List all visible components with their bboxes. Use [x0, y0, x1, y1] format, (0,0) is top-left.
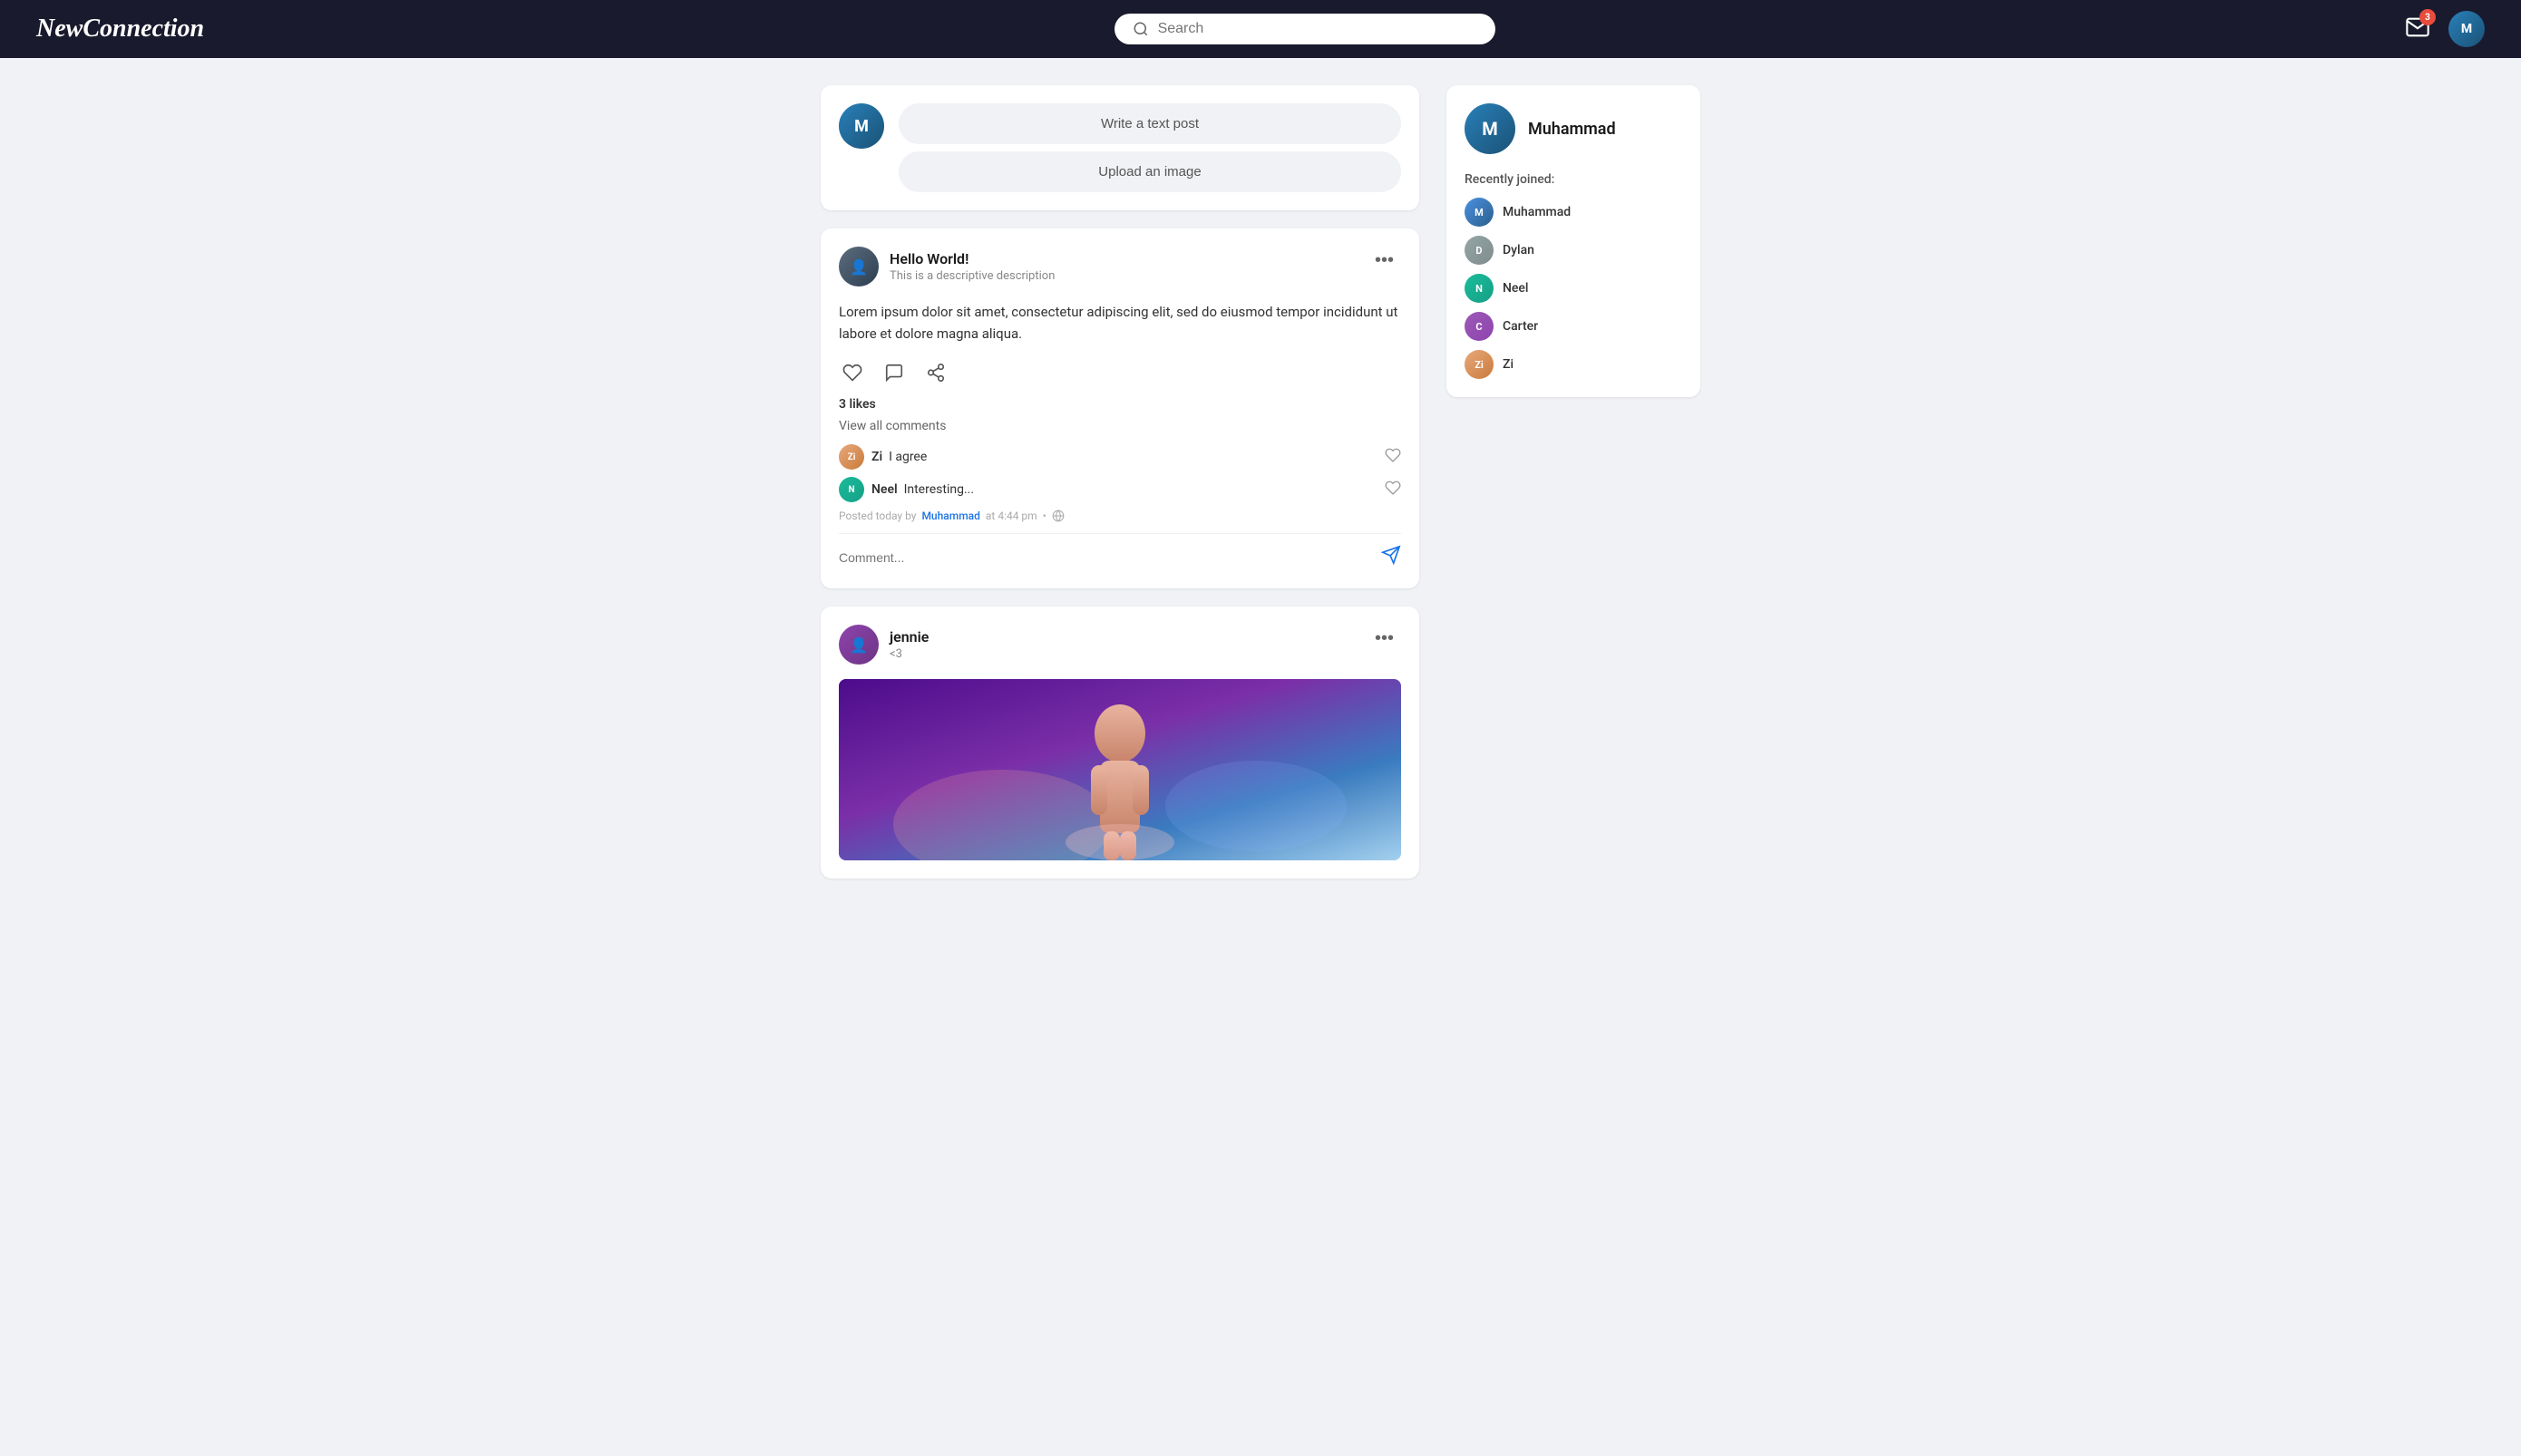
sidebar-member-dylan[interactable]: D Dylan: [1465, 236, 1682, 265]
comment-like-zi[interactable]: [1385, 447, 1401, 468]
upload-image-button[interactable]: Upload an image: [899, 151, 1401, 192]
comment-left-neel: N Neel Interesting...: [839, 477, 974, 502]
sidebar-member-neel[interactable]: N Neel: [1465, 274, 1682, 303]
sidebar-member-name-zi: Zi: [1503, 357, 1514, 372]
write-text-post-button[interactable]: Write a text post: [899, 103, 1401, 144]
create-post-buttons: Write a text post Upload an image: [899, 103, 1401, 192]
recently-joined-list: M Muhammad D Dylan N Neel C Carter Zi: [1465, 198, 1682, 379]
create-post-card: M Write a text post Upload an image: [821, 85, 1419, 210]
sidebar-user-avatar: M: [1465, 103, 1515, 154]
post-header-2: 👤 jennie <3 •••: [839, 625, 1401, 665]
comment-text-neel: Neel Interesting...: [871, 482, 974, 497]
view-comments-link-1[interactable]: View all comments: [839, 419, 1401, 433]
navbar: NewConnection 3 M: [0, 0, 2521, 58]
comment-avatar-zi: Zi: [839, 444, 864, 470]
comment-item-zi: Zi Zi I agree: [839, 444, 1401, 470]
share-button-1[interactable]: [922, 359, 949, 386]
post-meta-1: Posted today by Muhammad at 4:44 pm •: [839, 510, 1401, 522]
feed-column: M Write a text post Upload an image 👤 He…: [821, 85, 1419, 878]
post-image-svg-2: [839, 679, 1401, 860]
sidebar-username: Muhammad: [1528, 120, 1616, 139]
globe-icon: [1052, 510, 1065, 522]
post-image-2: [839, 679, 1401, 860]
comment-button-1[interactable]: [881, 359, 908, 386]
sidebar-member-zi[interactable]: Zi Zi: [1465, 350, 1682, 379]
sidebar-user-row: M Muhammad: [1465, 103, 1682, 154]
sidebar-member-muhammad[interactable]: M Muhammad: [1465, 198, 1682, 227]
comment-item-neel: N Neel Interesting...: [839, 477, 1401, 502]
post-author-subtitle-2: <3: [890, 647, 929, 661]
comment-author-neel: Neel: [871, 482, 898, 497]
post-menu-button-1[interactable]: •••: [1368, 247, 1401, 275]
post-meta-time: at 4:44 pm: [986, 510, 1037, 522]
sidebar-column: M Muhammad Recently joined: M Muhammad D…: [1446, 85, 1700, 878]
post-author-name-2: jennie: [890, 628, 929, 645]
post-image-figure-2: [839, 679, 1401, 860]
post-author-details-1: Hello World! This is a descriptive descr…: [890, 250, 1055, 283]
post-likes-count-1: 3 likes: [839, 397, 1401, 412]
comment-body-zi: I agree: [889, 450, 927, 464]
app-logo: NewConnection: [36, 15, 204, 44]
sidebar-profile-card: M Muhammad Recently joined: M Muhammad D…: [1446, 85, 1700, 397]
post-content-1: Lorem ipsum dolor sit amet, consectetur …: [839, 301, 1401, 345]
send-icon-1: [1381, 545, 1401, 565]
post-author-name-1: Hello World!: [890, 250, 1055, 267]
sidebar-member-avatar-carter: C: [1465, 312, 1494, 341]
post-author-avatar-1: 👤: [839, 247, 879, 286]
sidebar-member-name-carter: Carter: [1503, 319, 1538, 334]
post-actions-1: [839, 359, 1401, 386]
post-author-subtitle-1: This is a descriptive description: [890, 269, 1055, 283]
like-button-1[interactable]: [839, 359, 866, 386]
comment-avatar-neel: N: [839, 477, 864, 502]
notification-count: 3: [2419, 9, 2436, 25]
sidebar-member-avatar-muhammad: M: [1465, 198, 1494, 227]
sidebar-member-name-neel: Neel: [1503, 281, 1529, 296]
post-card-1: 👤 Hello World! This is a descriptive des…: [821, 228, 1419, 588]
recently-joined-label: Recently joined:: [1465, 172, 1682, 187]
create-post-avatar-img: M: [839, 103, 884, 149]
comment-text-zi: Zi I agree: [871, 450, 927, 464]
sidebar-member-carter[interactable]: C Carter: [1465, 312, 1682, 341]
post-meta-dot: •: [1043, 510, 1046, 522]
sidebar-member-name-muhammad: Muhammad: [1503, 205, 1571, 219]
comment-input-field-1[interactable]: [839, 550, 1374, 565]
search-input[interactable]: [1158, 21, 1477, 37]
post-author-info-1: 👤 Hello World! This is a descriptive des…: [839, 247, 1055, 286]
comment-author-zi: Zi: [871, 450, 882, 464]
comment-submit-button-1[interactable]: [1381, 545, 1401, 570]
heart-icon-1: [842, 363, 862, 383]
post-author-details-2: jennie <3: [890, 628, 929, 661]
user-avatar-nav[interactable]: M: [2448, 11, 2485, 47]
navbar-right: 3 M: [2405, 11, 2485, 47]
search-bar[interactable]: [1114, 14, 1495, 44]
comment-heart-icon-zi: [1385, 447, 1401, 463]
comment-input-row-1: [839, 533, 1401, 570]
main-layout: M Write a text post Upload an image 👤 He…: [626, 58, 1895, 906]
search-icon: [1133, 21, 1149, 37]
post-meta-author-link[interactable]: Muhammad: [921, 510, 979, 522]
comment-icon-1: [884, 363, 904, 383]
comment-left-zi: Zi Zi I agree: [839, 444, 927, 470]
notification-bell[interactable]: 3: [2405, 15, 2430, 44]
post-card-2: 👤 jennie <3 •••: [821, 607, 1419, 878]
create-post-user-avatar: M: [839, 103, 884, 149]
sidebar-member-name-dylan: Dylan: [1503, 243, 1534, 257]
sidebar-member-avatar-neel: N: [1465, 274, 1494, 303]
post-author-info-2: 👤 jennie <3: [839, 625, 929, 665]
share-icon-1: [926, 363, 946, 383]
comment-heart-icon-neel: [1385, 480, 1401, 496]
post-header-1: 👤 Hello World! This is a descriptive des…: [839, 247, 1401, 286]
user-avatar-img: M: [2448, 11, 2485, 47]
comment-body-neel: Interesting...: [904, 482, 974, 497]
sidebar-member-avatar-zi: Zi: [1465, 350, 1494, 379]
post-menu-button-2[interactable]: •••: [1368, 625, 1401, 653]
sidebar-member-avatar-dylan: D: [1465, 236, 1494, 265]
post-meta-text: Posted today by: [839, 510, 916, 522]
comment-like-neel[interactable]: [1385, 480, 1401, 500]
post-author-avatar-2: 👤: [839, 625, 879, 665]
